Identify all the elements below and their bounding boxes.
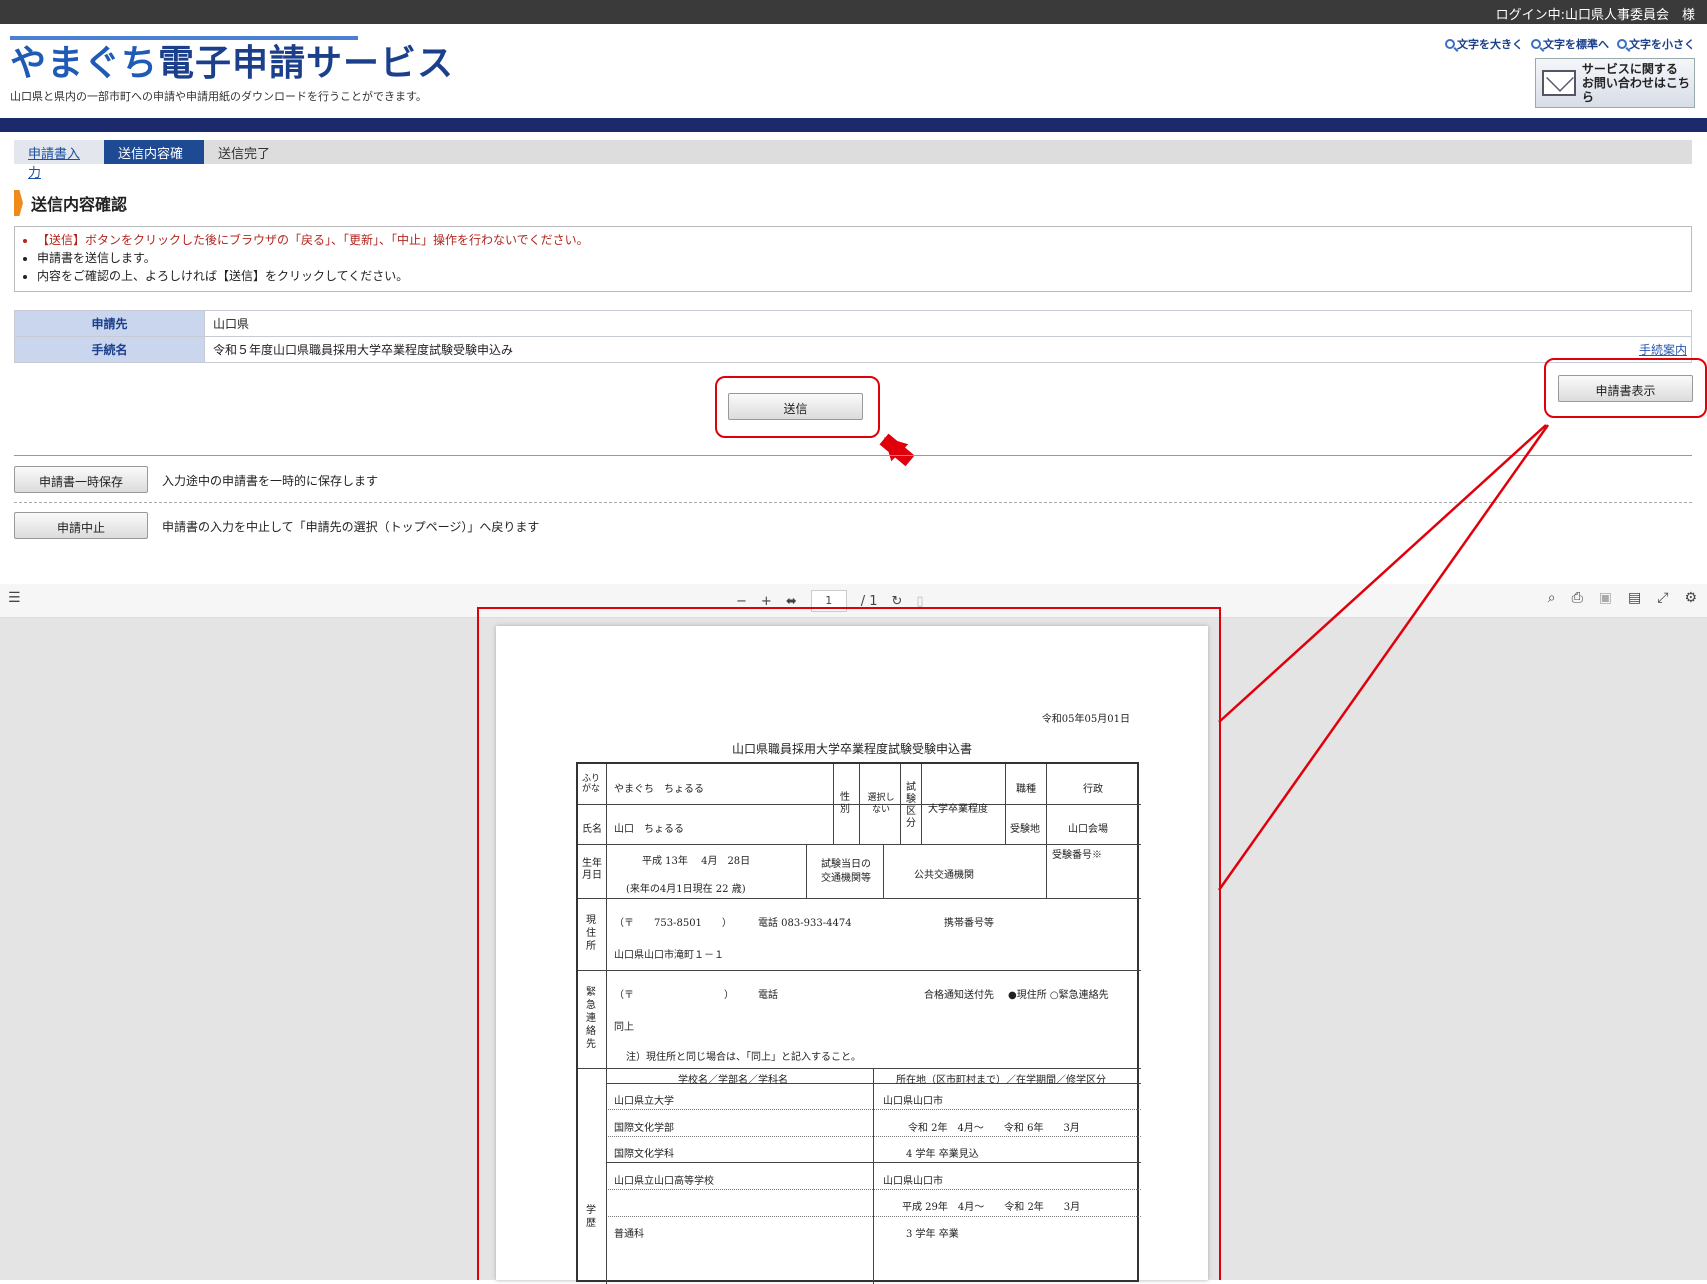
callout-lines — [1217, 424, 1550, 891]
callout-line-lower — [1217, 424, 1550, 891]
callout-line-upper — [1218, 424, 1547, 723]
